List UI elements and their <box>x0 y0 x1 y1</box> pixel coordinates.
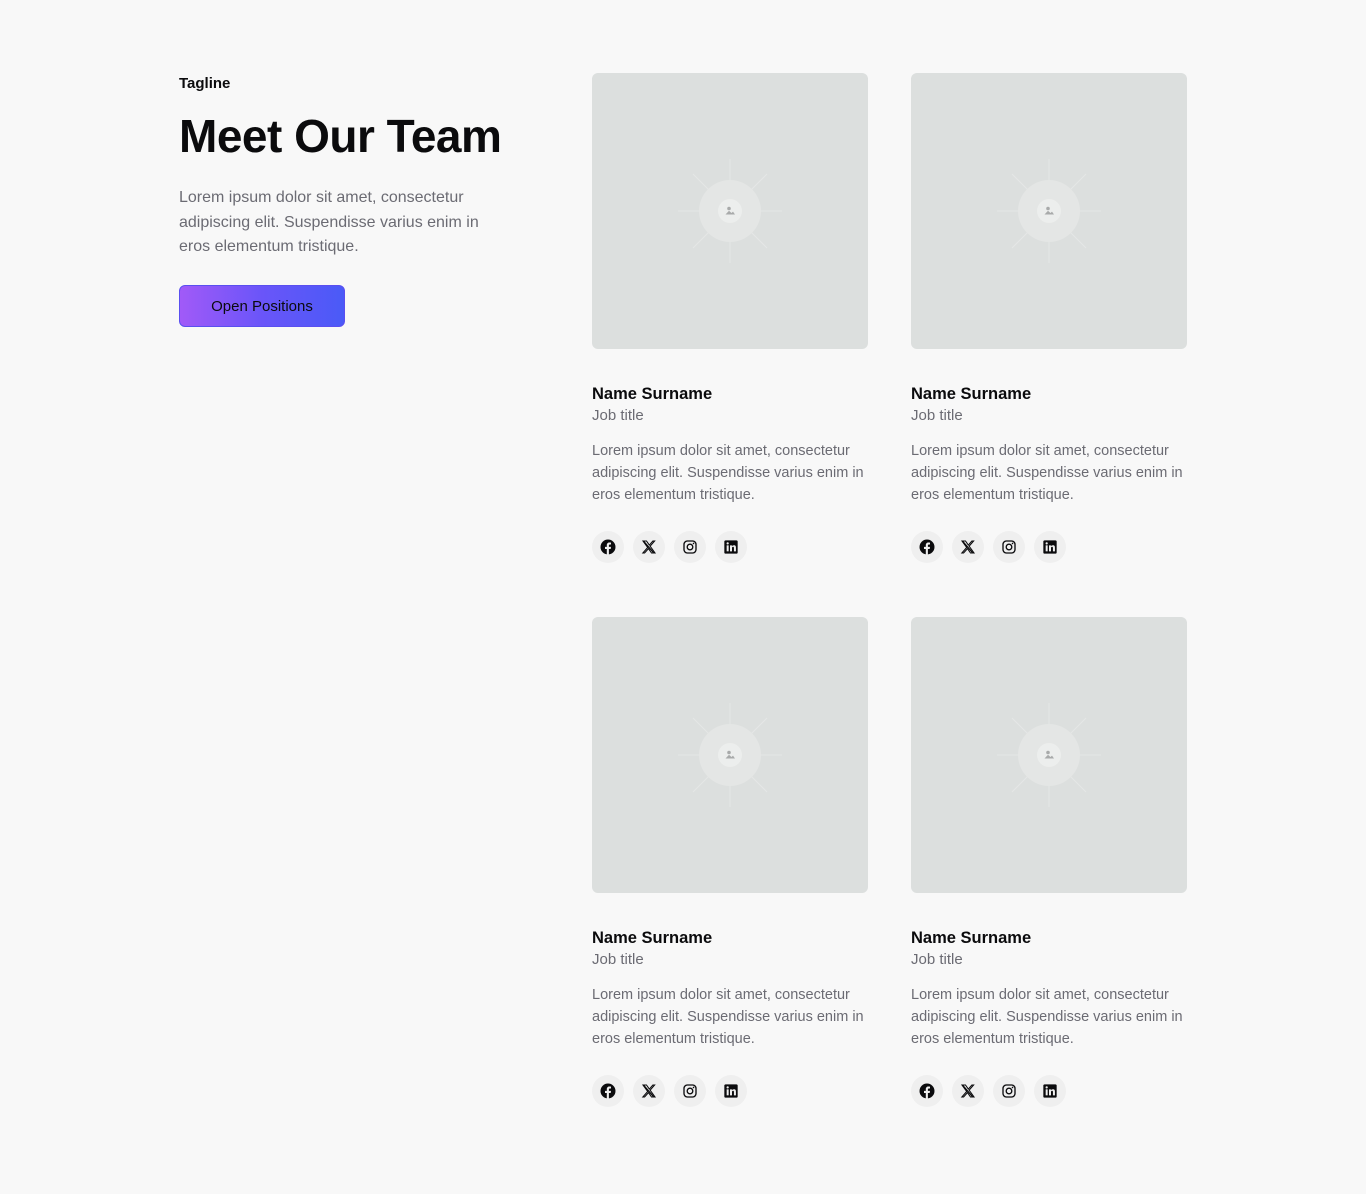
instagram-icon <box>683 540 697 555</box>
x-link[interactable] <box>633 531 665 564</box>
linkedin-icon <box>724 1084 738 1099</box>
member-job-title: Job title <box>592 407 644 424</box>
open-positions-button[interactable]: Open Positions <box>179 285 345 327</box>
member-bio: Lorem ipsum dolor sit amet, consectetur … <box>592 987 864 1047</box>
linkedin-link[interactable] <box>1034 1075 1066 1108</box>
member-photo-placeholder <box>911 73 1187 349</box>
intro-description: Lorem ipsum dolor sit amet, consectetur … <box>179 189 479 255</box>
x-icon <box>641 540 657 554</box>
member-name: Name Surname <box>592 385 713 403</box>
linkedin-link[interactable] <box>1034 531 1066 564</box>
x-icon <box>960 540 976 554</box>
team-member-card: Name Surname Job title Lorem ipsum dolor… <box>592 73 868 617</box>
social-links <box>911 531 1187 564</box>
member-name: Name Surname <box>911 385 1032 403</box>
linkedin-icon <box>724 540 738 555</box>
instagram-link[interactable] <box>993 531 1025 564</box>
facebook-link[interactable] <box>592 531 624 564</box>
team-grid: Name Surname Job title Lorem ipsum dolor… <box>592 73 1187 1161</box>
instagram-link[interactable] <box>674 1075 706 1108</box>
instagram-icon <box>683 1084 697 1099</box>
member-photo-placeholder <box>592 617 868 893</box>
instagram-link[interactable] <box>993 1075 1025 1108</box>
member-photo-placeholder <box>911 617 1187 893</box>
x-icon <box>960 1084 976 1098</box>
member-photo-placeholder <box>592 73 868 349</box>
member-job-title: Job title <box>911 407 963 424</box>
member-bio: Lorem ipsum dolor sit amet, consectetur … <box>911 987 1183 1047</box>
linkedin-link[interactable] <box>715 1075 747 1108</box>
facebook-icon <box>600 1083 616 1099</box>
social-links <box>592 1075 868 1108</box>
image-placeholder-icon <box>997 703 1101 807</box>
member-name: Name Surname <box>911 929 1032 947</box>
facebook-icon <box>919 1083 935 1099</box>
image-placeholder-icon <box>678 703 782 807</box>
linkedin-icon <box>1043 540 1057 555</box>
page-title: Meet Our Team <box>179 110 502 162</box>
instagram-icon <box>1002 1084 1016 1099</box>
facebook-link[interactable] <box>911 1075 943 1108</box>
social-links <box>592 531 868 564</box>
member-bio: Lorem ipsum dolor sit amet, consectetur … <box>911 443 1183 503</box>
facebook-link[interactable] <box>911 531 943 564</box>
member-job-title: Job title <box>911 951 963 968</box>
tagline: Tagline <box>179 75 231 92</box>
team-section: Tagline Meet Our Team Lorem ipsum dolor … <box>0 0 1366 1194</box>
x-link[interactable] <box>952 531 984 564</box>
member-bio: Lorem ipsum dolor sit amet, consectetur … <box>592 443 864 503</box>
x-link[interactable] <box>952 1075 984 1108</box>
team-member-card: Name Surname Job title Lorem ipsum dolor… <box>592 617 868 1161</box>
x-link[interactable] <box>633 1075 665 1108</box>
image-placeholder-icon <box>997 159 1101 263</box>
team-intro: Tagline Meet Our Team Lorem ipsum dolor … <box>179 74 519 327</box>
instagram-link[interactable] <box>674 531 706 564</box>
member-name: Name Surname <box>592 929 713 947</box>
facebook-icon <box>600 539 616 555</box>
linkedin-link[interactable] <box>715 531 747 564</box>
x-icon <box>641 1084 657 1098</box>
social-links <box>911 1075 1187 1108</box>
member-job-title: Job title <box>592 951 644 968</box>
team-member-card: Name Surname Job title Lorem ipsum dolor… <box>911 73 1187 617</box>
facebook-link[interactable] <box>592 1075 624 1108</box>
image-placeholder-icon <box>678 159 782 263</box>
linkedin-icon <box>1043 1084 1057 1099</box>
facebook-icon <box>919 539 935 555</box>
instagram-icon <box>1002 540 1016 555</box>
team-member-card: Name Surname Job title Lorem ipsum dolor… <box>911 617 1187 1161</box>
